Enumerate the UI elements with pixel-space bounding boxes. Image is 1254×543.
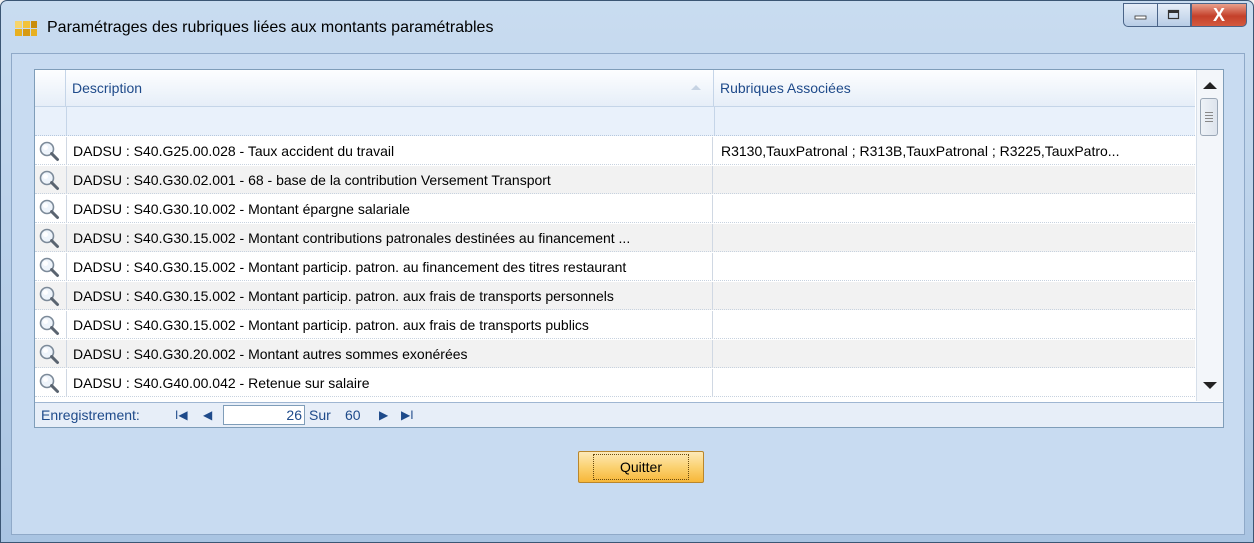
scroll-thumb[interactable] <box>1200 98 1218 136</box>
row-divider <box>66 224 67 252</box>
cell-description[interactable]: DADSU : S40.G40.00.042 - Retenue sur sal… <box>73 369 713 397</box>
window-title: Paramétrages des rubriques liées aux mon… <box>47 19 494 36</box>
cell-description[interactable]: DADSU : S40.G30.20.002 - Montant autres … <box>73 340 713 368</box>
title-bar[interactable]: Paramétrages des rubriques liées aux mon… <box>1 1 1253 53</box>
navigator-total: 60 <box>345 407 361 423</box>
navigator-label: Enregistrement: <box>41 407 140 423</box>
cell-rubriques[interactable] <box>713 369 1195 397</box>
cell-rubriques[interactable] <box>713 195 1195 223</box>
magnifier-icon[interactable] <box>38 314 60 336</box>
previous-record-icon[interactable]: ◀ <box>203 403 212 427</box>
quit-button[interactable]: Quitter <box>578 451 704 483</box>
grip-line <box>1205 112 1213 113</box>
client-area: Description Rubriques Associées DADSU : … <box>11 53 1245 535</box>
cell-description[interactable]: DADSU : S40.G30.15.002 - Montant partici… <box>73 311 713 339</box>
table-row[interactable]: DADSU : S40.G30.10.002 - Montant épargne… <box>35 195 1195 223</box>
close-icon: X <box>1212 4 1225 25</box>
table-row[interactable]: DADSU : S40.G30.02.001 - 68 - base de la… <box>35 166 1195 194</box>
row-divider <box>66 340 67 368</box>
row-divider <box>66 137 67 165</box>
cell-description[interactable]: DADSU : S40.G25.00.028 - Taux accident d… <box>73 137 713 165</box>
row-divider <box>66 311 67 339</box>
cell-description[interactable]: DADSU : S40.G30.15.002 - Montant partici… <box>73 253 713 281</box>
cell-description[interactable]: DADSU : S40.G30.10.002 - Montant épargne… <box>73 195 713 223</box>
column-header-rubriques-label: Rubriques Associées <box>720 80 851 96</box>
table-row[interactable]: DADSU : S40.G30.15.002 - Montant contrib… <box>35 224 1195 252</box>
table-row[interactable]: DADSU : S40.G30.15.002 - Montant partici… <box>35 253 1195 281</box>
row-divider <box>66 282 67 310</box>
magnifier-icon[interactable] <box>38 285 60 307</box>
vertical-scrollbar[interactable] <box>1196 70 1223 401</box>
cell-rubriques[interactable] <box>713 340 1195 368</box>
magnifier-icon[interactable] <box>38 372 60 394</box>
caption-buttons: X <box>1123 3 1247 29</box>
cell-rubriques[interactable]: R3130,TauxPatronal ; R313B,TauxPatronal … <box>713 137 1195 165</box>
close-button[interactable]: X <box>1191 3 1247 27</box>
scroll-up-arrow-icon[interactable] <box>1203 82 1217 89</box>
magnifier-icon[interactable] <box>38 256 60 278</box>
table-row[interactable]: DADSU : S40.G30.15.002 - Montant partici… <box>35 282 1195 310</box>
magnifier-icon[interactable] <box>38 169 60 191</box>
table-row[interactable]: DADSU : S40.G40.00.042 - Retenue sur sal… <box>35 369 1195 397</box>
grip-line <box>1205 115 1213 116</box>
filter-rubriques-cell[interactable] <box>714 107 1195 135</box>
maximize-icon <box>1167 9 1180 20</box>
cell-description[interactable]: DADSU : S40.G30.02.001 - 68 - base de la… <box>73 166 713 194</box>
cell-rubriques[interactable] <box>713 311 1195 339</box>
column-header-description-label: Description <box>72 80 143 96</box>
scroll-down-arrow-icon[interactable] <box>1203 382 1217 389</box>
magnifier-icon[interactable] <box>38 227 60 249</box>
quit-button-label: Quitter <box>592 454 689 480</box>
grid-header: Description Rubriques Associées <box>35 70 1195 107</box>
data-grid[interactable]: Description Rubriques Associées DADSU : … <box>34 69 1224 428</box>
record-navigator: Enregistrement: I◀ ◀ Sur 60 ▶ ▶I <box>35 402 1223 427</box>
cell-description[interactable]: DADSU : S40.G30.15.002 - Montant contrib… <box>73 224 713 252</box>
grip-line <box>1205 121 1213 122</box>
header-indicator-cell <box>35 70 66 106</box>
next-record-icon[interactable]: ▶ <box>379 403 388 427</box>
row-divider <box>66 253 67 281</box>
cell-rubriques[interactable] <box>713 282 1195 310</box>
row-divider <box>66 166 67 194</box>
filter-description-cell[interactable] <box>66 107 715 135</box>
last-record-icon[interactable]: ▶I <box>401 403 414 427</box>
record-position-input[interactable] <box>223 405 305 425</box>
filter-indicator <box>35 107 67 135</box>
minimize-icon <box>1134 15 1146 20</box>
cell-rubriques[interactable] <box>713 224 1195 252</box>
sort-ascending-icon <box>691 85 701 90</box>
table-row[interactable]: DADSU : S40.G30.20.002 - Montant autres … <box>35 340 1195 368</box>
row-divider <box>66 195 67 223</box>
magnifier-icon[interactable] <box>38 343 60 365</box>
magnifier-icon[interactable] <box>38 198 60 220</box>
navigator-of-label: Sur <box>309 407 331 423</box>
row-divider <box>66 369 67 397</box>
grid-rows: DADSU : S40.G25.00.028 - Taux accident d… <box>35 137 1195 401</box>
table-row[interactable]: DADSU : S40.G30.15.002 - Montant partici… <box>35 311 1195 339</box>
grip-line <box>1205 118 1213 119</box>
column-header-description[interactable]: Description <box>66 70 714 106</box>
cell-rubriques[interactable] <box>713 166 1195 194</box>
maximize-button[interactable] <box>1157 3 1191 27</box>
filter-row[interactable] <box>35 107 1195 136</box>
magnifier-icon[interactable] <box>38 140 60 162</box>
cell-rubriques[interactable] <box>713 253 1195 281</box>
app-icon <box>15 21 37 36</box>
table-row[interactable]: DADSU : S40.G25.00.028 - Taux accident d… <box>35 137 1195 165</box>
cell-description[interactable]: DADSU : S40.G30.15.002 - Montant partici… <box>73 282 713 310</box>
minimize-button[interactable] <box>1123 3 1157 27</box>
first-record-icon[interactable]: I◀ <box>175 403 188 427</box>
column-header-rubriques[interactable]: Rubriques Associées <box>714 70 1195 106</box>
main-window: Paramétrages des rubriques liées aux mon… <box>0 0 1254 543</box>
